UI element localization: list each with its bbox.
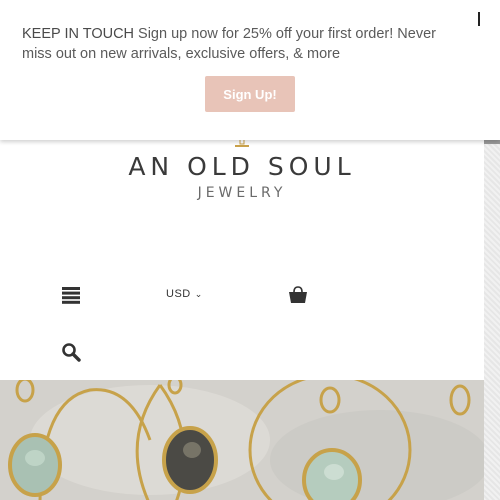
popup-message: KEEP IN TOUCH Sign up now for 25% off yo… (22, 24, 462, 64)
menu-icon[interactable] (62, 287, 80, 304)
cart-icon[interactable] (288, 285, 308, 304)
close-icon[interactable] (478, 12, 480, 26)
popup-lead: KEEP IN TOUCH (22, 26, 135, 42)
logo-title[interactable]: AN OLD SOUL (0, 152, 484, 181)
currency-value: USD (166, 288, 191, 300)
scrollbar-thumb[interactable] (484, 140, 500, 144)
search-icon[interactable] (61, 342, 81, 362)
hero-image (0, 380, 484, 500)
signup-button[interactable]: Sign Up! (205, 76, 295, 112)
currency-selector[interactable]: USD ⌄ (166, 288, 203, 300)
newsletter-popup: KEEP IN TOUCH Sign up now for 25% off yo… (0, 0, 500, 140)
logo-subtitle[interactable]: JEWELRY (0, 185, 484, 201)
chevron-down-icon: ⌄ (194, 288, 203, 299)
earrings-photo (0, 380, 484, 500)
